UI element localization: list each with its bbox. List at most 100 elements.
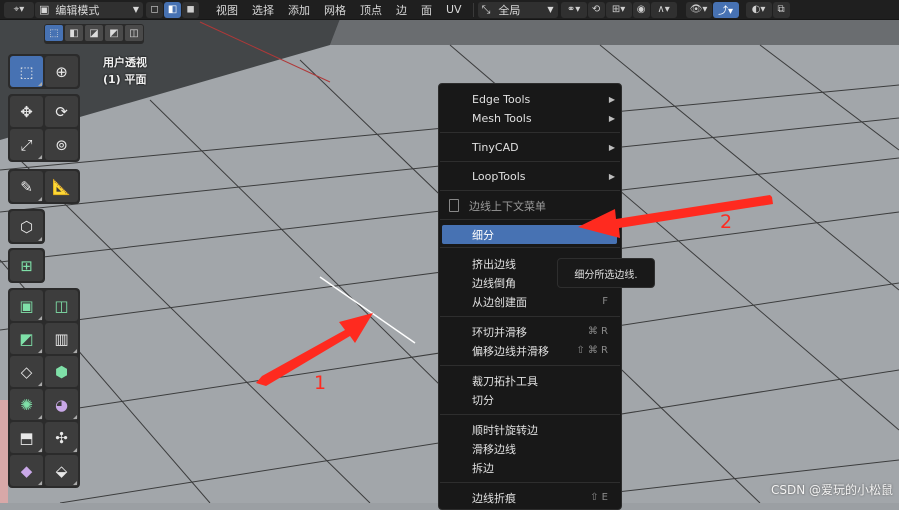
pivot-icon[interactable]: ⚭▾ (560, 1, 587, 18)
cursor-tool-icon[interactable]: ⊕ (45, 56, 78, 87)
knife-tool-icon[interactable]: ◇ (10, 356, 43, 387)
snap-toggle-icon[interactable]: ⟲ (587, 1, 605, 18)
menu-item-label: 偏移边线并滑移 (472, 344, 549, 358)
submenu-arrow-icon: ▶ (608, 95, 615, 104)
menu-divider (440, 414, 620, 415)
editor-type-icon[interactable]: ⌖▾ (4, 1, 34, 18)
menu-item-rotate-edge-cw[interactable]: 顺时针旋转边 (439, 420, 621, 439)
mode-icon: ▣ (39, 3, 50, 16)
select-mode-row: ⬚ ◧ ◪ ◩ ◫ (44, 24, 144, 44)
menu-divider (440, 219, 620, 220)
header-bar: ⌖▾ ▣ 编辑模式 ▼ ◻ ◧ ◼ 视图 选择 添加 网格 顶点 边 面 UV … (0, 0, 899, 20)
smooth-tool-icon[interactable]: ◕ (45, 389, 78, 420)
menu-edge[interactable]: 边 (389, 2, 414, 18)
move-tool-icon[interactable]: ✥ (10, 96, 43, 127)
shrink-fatten-tool-icon[interactable]: ⬒ (10, 422, 43, 453)
add-cube-tool-icon[interactable]: ⬡ (10, 211, 43, 242)
edge-context-menu: Edge Tools ▶ Mesh Tools ▶ TinyCAD ▶ LoopToo… (438, 83, 622, 510)
annotation-number-1: 1 (314, 372, 327, 394)
toolbar-group-add: ⬡ (8, 209, 45, 244)
menu-item-edge-slide[interactable]: 滑移边线 (439, 439, 621, 458)
rip-edge-tool-icon[interactable]: ⬙ (45, 455, 78, 486)
object-name: (1) 平面 (103, 73, 147, 86)
chevron-down-icon: ▼ (547, 5, 554, 14)
menu-item-face-from-edges[interactable]: 从边创建面 F (439, 292, 621, 311)
mode-select[interactable]: ▣ 编辑模式 ▼ (35, 1, 143, 18)
inset-faces-tool-icon[interactable]: ◫ (45, 290, 78, 321)
menu-vertex[interactable]: 顶点 (353, 2, 389, 18)
xray-icon[interactable]: ⧉ (772, 1, 790, 18)
menu-item-subdivide[interactable]: 细分 (442, 225, 617, 244)
toolbar-group-mesh: ▣ ◫ ◩ ▥ ◇ ⬢ ✺ ◕ ⬒ ✣ ◆ ⬙ (8, 288, 80, 488)
menu-item-label: 从边创建面 (472, 295, 527, 309)
scale-tool-icon[interactable]: ⤢ (10, 129, 43, 160)
menu-mesh[interactable]: 网格 (317, 2, 353, 18)
menu-item-edge-crease[interactable]: 边线折痕 ⇧ E (439, 488, 621, 507)
view-name: 用户透视 (103, 56, 147, 69)
select-invert-icon[interactable]: ◩ (105, 25, 123, 41)
menu-item-offset-edge-slide[interactable]: 偏移边线并滑移 ⇧ ⌘ R (439, 341, 621, 360)
menu-item-looptools[interactable]: LoopTools ▶ (439, 167, 621, 186)
orientation-select[interactable]: ⤡ 全局 ▼ (477, 1, 558, 18)
spin-tool-icon[interactable]: ✺ (10, 389, 43, 420)
menu-select[interactable]: 选择 (245, 2, 281, 18)
menu-divider (440, 161, 620, 162)
menu-title: 边线上下文菜单 (439, 196, 621, 215)
menu-divider (440, 482, 620, 483)
falloff-icon[interactable]: ∧▾ (650, 1, 677, 18)
pin-icon (449, 199, 459, 212)
menu-item-shortcut: F (602, 296, 608, 307)
menu-item-knife-topology[interactable]: 裁刀拓扑工具 (439, 371, 621, 390)
snap-target-icon[interactable]: ⊞▾ (605, 1, 632, 18)
menu-item-tinycad[interactable]: TinyCAD ▶ (439, 138, 621, 157)
proportional-edit-icon[interactable]: ◉ (632, 1, 650, 18)
toolbar-group-select: ⬚ ⊕ (8, 54, 80, 89)
menu-item-label: Edge Tools (472, 93, 531, 106)
overlays-icon[interactable]: ◐▾ (745, 1, 772, 18)
menu-uv[interactable]: UV (439, 3, 469, 16)
vertex-select-icon[interactable]: ◻ (146, 1, 163, 18)
select-box-tool-icon[interactable]: ⬚ (10, 56, 43, 87)
rotate-tool-icon[interactable]: ⟳ (45, 96, 78, 127)
extrude-region-tool-icon[interactable]: ▣ (10, 290, 43, 321)
select-intersect-icon[interactable]: ◫ (125, 25, 143, 41)
menu-item-bisect[interactable]: 切分 (439, 390, 621, 409)
menu-item-edge-split[interactable]: 拆边 (439, 458, 621, 477)
transform-tool-icon[interactable]: ⊚ (45, 129, 78, 160)
select-subtract-icon[interactable]: ◪ (85, 25, 103, 41)
select-extend-icon[interactable]: ◧ (65, 25, 83, 41)
poly-build-tool-icon[interactable]: ⬢ (45, 356, 78, 387)
menu-item-label: 拆边 (472, 461, 494, 475)
shear-tool-icon[interactable]: ✣ (45, 422, 78, 453)
mode-label: 编辑模式 (55, 3, 100, 17)
visibility-icon[interactable]: 👁▾ (685, 1, 712, 18)
menu-item-label: 细分 (472, 228, 494, 242)
menu-item-label: 裁刀拓扑工具 (472, 374, 538, 388)
rip-region-tool-icon[interactable]: ◆ (10, 455, 43, 486)
chevron-down-icon: ▼ (132, 5, 139, 14)
menu-divider (440, 247, 620, 248)
bevel-tool-icon[interactable]: ◩ (10, 323, 43, 354)
menu-face[interactable]: 面 (414, 2, 439, 18)
menu-item-label: LoopTools (472, 170, 526, 183)
select-new-icon[interactable]: ⬚ (45, 25, 63, 41)
menu-view[interactable]: 视图 (209, 2, 245, 18)
menu-item-loop-cut-slide[interactable]: 环切并滑移 ⌘ R (439, 322, 621, 341)
menu-item-label: 边线折痕 (472, 491, 516, 505)
gizmo-icon[interactable]: ⤴▾ (712, 1, 739, 18)
edge-select-icon[interactable]: ◧ (164, 1, 181, 18)
tooltip: 细分所选边线. (557, 258, 655, 288)
measure-tool-icon[interactable]: 📐 (45, 171, 78, 202)
menu-item-edge-tools[interactable]: Edge Tools ▶ (439, 90, 621, 109)
annotation-number-2: 2 (720, 211, 733, 233)
submenu-arrow-icon: ▶ (608, 114, 615, 123)
menu-item-shortcut: ⇧ E (590, 492, 608, 503)
loop-cut-tool-icon[interactable]: ▥ (45, 323, 78, 354)
menu-add[interactable]: 添加 (281, 2, 317, 18)
menu-item-mesh-tools[interactable]: Mesh Tools ▶ (439, 109, 621, 128)
orientation-icon: ⤡ (481, 2, 491, 16)
menu-divider (440, 132, 620, 133)
annotate-tool-icon[interactable]: ✎ (10, 171, 43, 202)
add-primitive-tool-icon[interactable]: ⊞ (10, 250, 43, 281)
face-select-icon[interactable]: ◼ (182, 1, 199, 18)
